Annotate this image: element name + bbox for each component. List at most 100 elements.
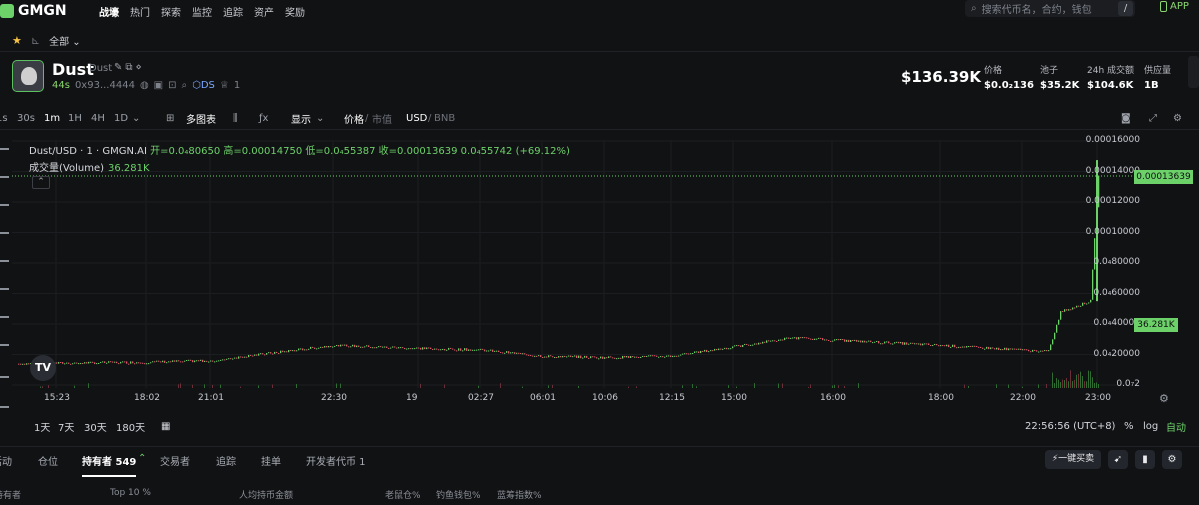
candle (786, 337, 788, 339)
candle (510, 352, 512, 354)
candle (22, 363, 24, 365)
candle (654, 355, 656, 357)
x-tick-label: 12:15 (659, 393, 685, 403)
range-180d[interactable]: 180天 (116, 419, 145, 434)
candle (872, 342, 874, 344)
candle (1090, 299, 1092, 303)
candle (568, 355, 570, 357)
auto-toggle[interactable]: 自动 (1166, 419, 1186, 434)
candle (62, 362, 64, 364)
candle (782, 339, 784, 341)
candle (940, 345, 942, 347)
candle (636, 356, 638, 358)
volume-bar (682, 385, 683, 388)
candle (18, 363, 20, 365)
axis-settings-icon[interactable]: ⚙ (1159, 392, 1169, 405)
volume-bar (728, 385, 729, 388)
candle (380, 346, 382, 348)
volume-bar (736, 386, 737, 388)
stat-top10: Top 10 % (110, 488, 151, 498)
tab-orders[interactable]: 挂单 (261, 453, 281, 468)
candle (1064, 309, 1066, 312)
candle (678, 355, 680, 357)
candle (64, 363, 66, 365)
candle (576, 355, 578, 358)
candle (566, 356, 568, 358)
candle (258, 353, 260, 356)
candle (322, 346, 324, 348)
collapse-legend-button[interactable]: ⌃ (32, 176, 50, 189)
candle (862, 340, 864, 343)
candle (858, 340, 860, 342)
tab-holders[interactable]: 持有者 549 (82, 453, 137, 477)
candle (746, 343, 748, 345)
candle (778, 339, 780, 342)
candle (96, 363, 98, 365)
candle (974, 345, 976, 347)
candle (144, 363, 146, 365)
volume-bar (340, 383, 341, 388)
candle (94, 362, 96, 365)
candle (228, 358, 230, 360)
candle (312, 346, 314, 348)
tab-activity[interactable]: 活动 (0, 453, 12, 468)
candle (712, 350, 714, 352)
range-30d[interactable]: 30天 (84, 419, 107, 434)
candle (896, 341, 898, 343)
candle (336, 344, 338, 346)
candle (28, 363, 30, 365)
volume-bar (552, 384, 553, 388)
volume-bar (1076, 374, 1077, 388)
range-1d[interactable]: 1天 (34, 419, 50, 434)
tradingview-logo[interactable]: TV (30, 355, 56, 381)
tab-positions[interactable]: 仓位 (38, 453, 58, 468)
candle (868, 340, 870, 342)
candle (340, 344, 342, 347)
volume-bar (810, 384, 811, 388)
tab-tracking[interactable]: 追踪 (216, 453, 236, 468)
tab-traders[interactable]: 交易者 (160, 453, 190, 468)
candle (916, 343, 918, 345)
candle (844, 339, 846, 342)
volume-bar (40, 386, 41, 388)
percent-toggle[interactable]: % (1124, 421, 1134, 432)
candle (706, 349, 708, 352)
tab-settings-icon[interactable]: ⚙ (1162, 450, 1182, 469)
volume-bar (42, 386, 43, 388)
candle (268, 352, 270, 354)
candle (362, 346, 364, 348)
candle (470, 349, 472, 351)
candle (460, 348, 462, 351)
candle (420, 347, 422, 350)
candle (128, 363, 130, 365)
candle (874, 341, 876, 343)
layout-icon[interactable]: ▮ (1135, 450, 1155, 469)
calendar-icon[interactable]: ▦ (161, 421, 170, 432)
bottom-tabs: 活动 仓位 持有者 549 ⌃ 交易者 追踪 挂单 开发者代币 1 ⚡一键买卖 … (0, 446, 1199, 477)
candle (988, 346, 990, 350)
candle (390, 347, 392, 349)
candle (206, 360, 208, 362)
holders-sort-icon[interactable]: ⌃ (138, 453, 146, 464)
candle (350, 346, 352, 348)
candle (468, 349, 470, 351)
candle (612, 357, 614, 359)
candle (442, 348, 444, 350)
log-toggle[interactable]: log (1143, 421, 1158, 432)
range-7d[interactable]: 7天 (58, 419, 74, 434)
candle (436, 348, 438, 350)
volume-bar (1022, 386, 1023, 388)
tab-dev-tokens[interactable]: 开发者代币 1 (306, 453, 366, 468)
candle (912, 342, 914, 344)
candle (202, 359, 204, 363)
candle (272, 353, 274, 355)
quick-buy-button[interactable]: ⚡一键买卖 (1045, 450, 1101, 469)
candle (590, 356, 592, 359)
candle (966, 346, 968, 348)
stat-avg-holding: 人均持币金额 (239, 491, 294, 501)
rocket-icon[interactable]: ➹ (1108, 450, 1128, 469)
candle (942, 345, 944, 347)
candle (648, 355, 650, 357)
candle (358, 345, 360, 347)
candle (280, 350, 282, 354)
